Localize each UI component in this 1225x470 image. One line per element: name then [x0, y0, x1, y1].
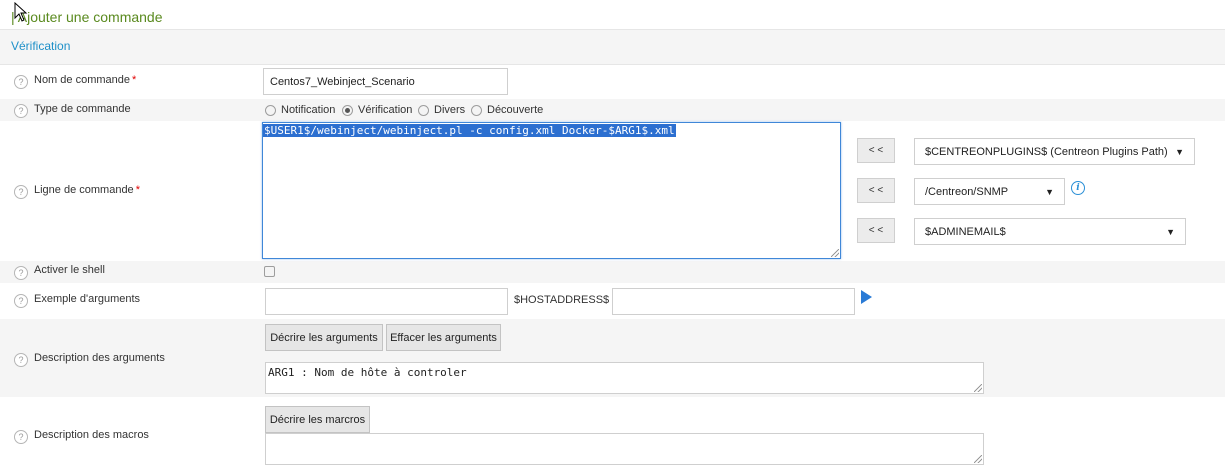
insert-macro-button-3[interactable]: < <: [857, 218, 895, 243]
page-title: | Ajouter une commande: [11, 9, 163, 25]
admin-macro-select-value: $ADMINEMAIL$: [925, 225, 1006, 238]
radio-verification-label: Vérification: [358, 104, 413, 116]
help-icon[interactable]: ?: [14, 294, 28, 308]
host-address-label: $HOSTADDRESS$: [514, 294, 610, 306]
radio-decouverte-label: Découverte: [487, 104, 544, 116]
radio-notification-label: Notification: [281, 104, 336, 116]
host-address-input[interactable]: [612, 288, 855, 315]
plugins-macro-select[interactable]: $CENTREONPLUGINS$ (Centreon Plugins Path…: [914, 138, 1195, 165]
help-icon[interactable]: ?: [14, 104, 28, 118]
admin-macro-select[interactable]: $ADMINEMAIL$ ▼: [914, 218, 1186, 245]
plugins-macro-select-value: $CENTREONPLUGINS$ (Centreon Plugins Path…: [925, 145, 1168, 158]
radio-divers-label: Divers: [434, 104, 466, 116]
chevron-down-icon: ▼: [1175, 146, 1184, 157]
radio-divers[interactable]: [418, 105, 429, 116]
resize-grip-icon[interactable]: [974, 384, 982, 392]
command-line-label: Ligne de commande *: [34, 184, 140, 196]
command-name-input[interactable]: Centos7_Webinject_Scenario: [263, 68, 508, 95]
command-line-textarea[interactable]: $USER1$/webinject/webinject.pl -c config…: [262, 122, 841, 259]
argument-description-text: ARG1 : Nom de hôte à controler: [268, 366, 467, 379]
row-enable-shell: [0, 261, 1225, 283]
mouse-cursor-icon: [14, 2, 28, 22]
resource-macro-select-value: /Centreon/SNMP: [925, 185, 1009, 198]
insert-macro-button-2[interactable]: < <: [857, 178, 895, 203]
help-icon[interactable]: ?: [14, 75, 28, 89]
argument-example-label: Exemple d'arguments: [34, 293, 141, 305]
command-line-text: $USER1$/webinject/webinject.pl -c config…: [263, 124, 676, 137]
help-icon[interactable]: ?: [14, 266, 28, 280]
section-header: [0, 29, 1225, 65]
radio-notification[interactable]: [265, 105, 276, 116]
insert-macro-button-1[interactable]: < <: [857, 138, 895, 163]
argument-example-input[interactable]: [265, 288, 508, 315]
resize-grip-icon[interactable]: [831, 249, 839, 257]
section-title: Vérification: [11, 39, 71, 53]
resize-grip-icon[interactable]: [974, 455, 982, 463]
info-icon[interactable]: i: [1071, 181, 1085, 195]
help-icon[interactable]: ?: [14, 430, 28, 444]
argument-description-textarea[interactable]: ARG1 : Nom de hôte à controler: [265, 362, 984, 394]
resource-macro-select[interactable]: /Centreon/SNMP ▼: [914, 178, 1065, 205]
help-icon[interactable]: ?: [14, 353, 28, 367]
macro-description-textarea[interactable]: [265, 433, 984, 465]
row-command-name: [0, 64, 1225, 99]
chevron-down-icon: ▼: [1166, 226, 1175, 237]
command-name-label: Nom de commande *: [34, 74, 137, 86]
describe-macros-button[interactable]: Décrire les marcros: [265, 406, 370, 433]
radio-verification[interactable]: [342, 105, 353, 116]
enable-shell-label: Activer le shell: [34, 264, 105, 276]
help-icon[interactable]: ?: [14, 185, 28, 199]
clear-arguments-button[interactable]: Effacer les arguments: [386, 324, 501, 351]
describe-arguments-button[interactable]: Décrire les arguments: [265, 324, 383, 351]
play-arrow-icon[interactable]: [861, 290, 872, 304]
command-type-label: Type de commande: [34, 103, 131, 115]
row-command-type: [0, 99, 1225, 121]
enable-shell-checkbox[interactable]: [264, 266, 275, 277]
macro-description-label: Description des macros: [34, 429, 149, 441]
radio-decouverte[interactable]: [471, 105, 482, 116]
chevron-down-icon: ▼: [1045, 186, 1054, 197]
argument-description-label: Description des arguments: [34, 352, 165, 364]
